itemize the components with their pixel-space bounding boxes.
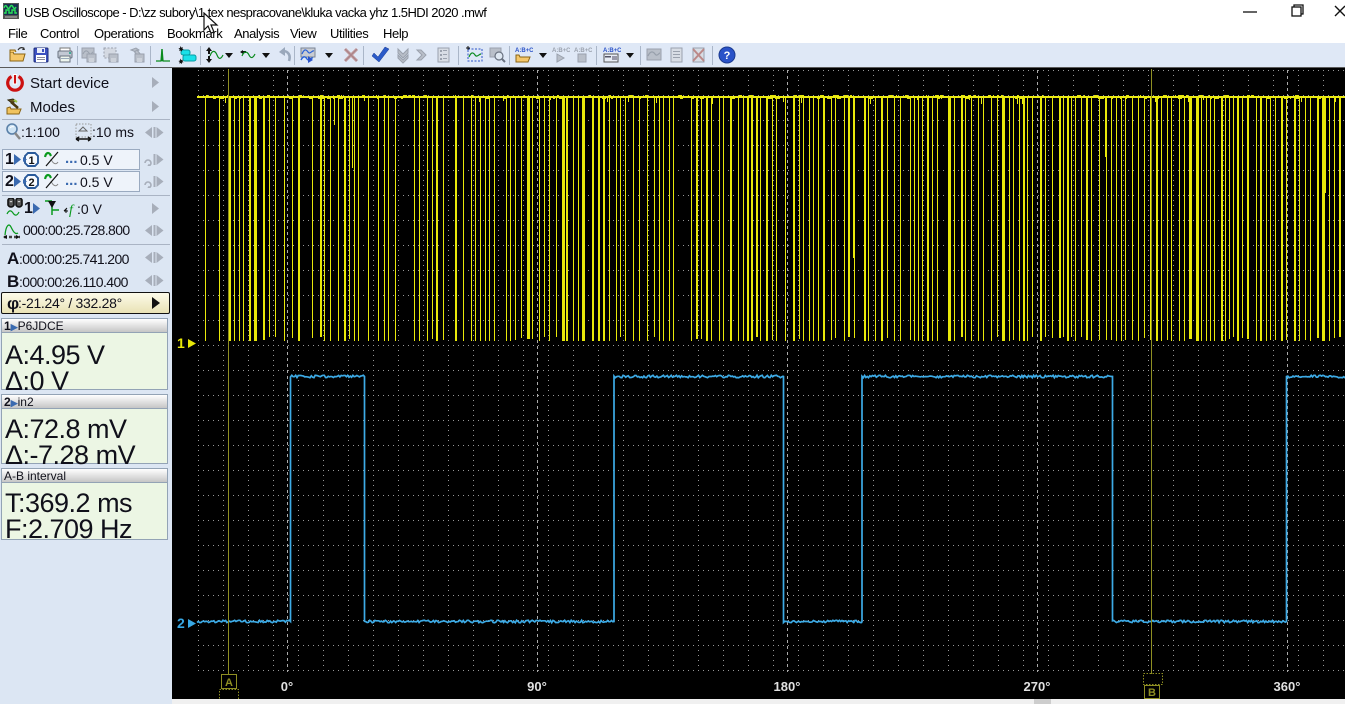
svg-text:2: 2 — [28, 177, 34, 189]
svg-text:0°: 0° — [281, 679, 293, 694]
svg-text:2: 2 — [177, 615, 185, 631]
svg-text:90°: 90° — [527, 679, 547, 694]
svg-text:270°: 270° — [1024, 679, 1051, 694]
svg-text:A:B+C: A:B+C — [574, 48, 592, 54]
svg-text:360°: 360° — [1274, 679, 1301, 694]
svg-text:?: ? — [724, 50, 731, 62]
svg-text:1: 1 — [28, 155, 34, 167]
svg-text:180°: 180° — [774, 679, 801, 694]
svg-text:1: 1 — [177, 335, 185, 351]
svg-text:B: B — [1148, 687, 1156, 699]
svg-text:A: A — [225, 677, 233, 689]
svg-text:A:B+C: A:B+C — [515, 48, 533, 54]
svg-text:A:B+C: A:B+C — [552, 48, 570, 54]
svg-text:f: f — [69, 203, 75, 218]
svg-text:A:B+C: A:B+C — [603, 48, 621, 54]
